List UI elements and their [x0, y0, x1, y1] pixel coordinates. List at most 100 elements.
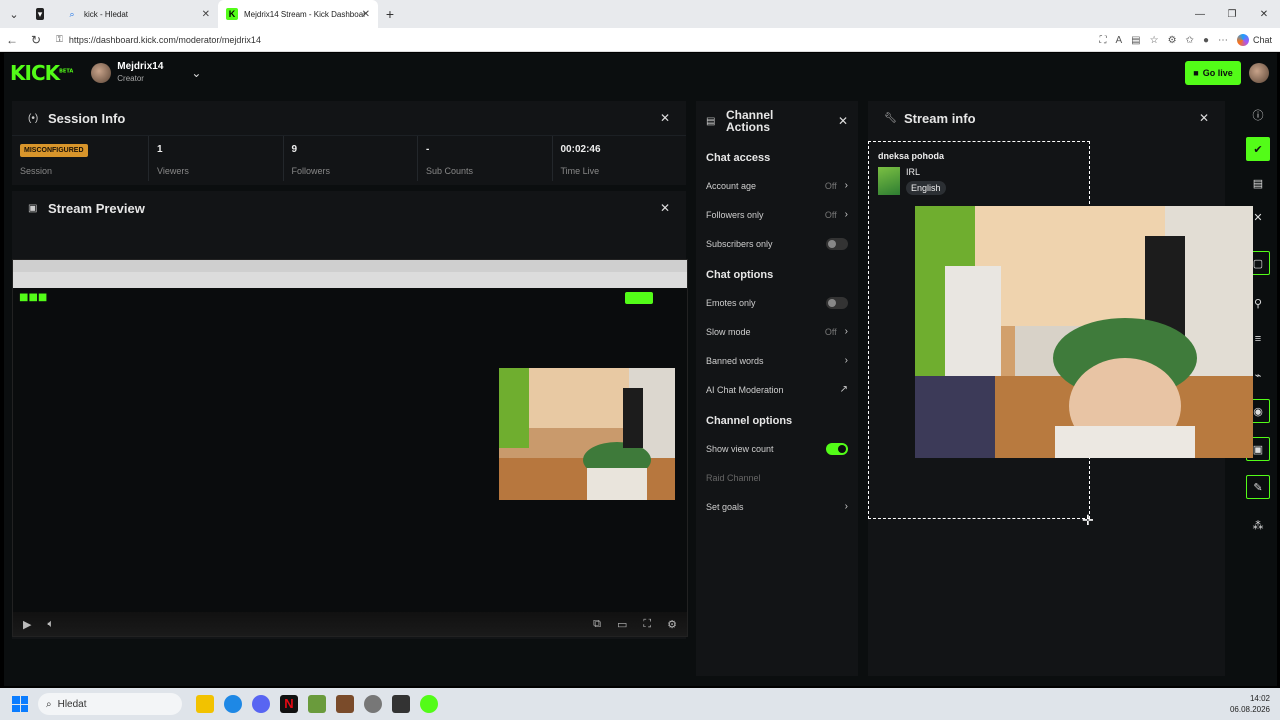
- copilot-button[interactable]: Chat: [1236, 34, 1272, 46]
- close-icon[interactable]: ✕: [202, 9, 210, 20]
- settings-icon[interactable]: ⚙: [667, 618, 677, 631]
- status-badge: MISCONFIGURED: [20, 144, 88, 157]
- webcam-overlay[interactable]: [915, 206, 1253, 458]
- channel-actions-panel: ▤ Channel Actions ✕ Chat access Account a…: [696, 101, 858, 676]
- account-age-row[interactable]: Account age Off ›: [696, 171, 858, 200]
- netflix-icon[interactable]: N: [280, 695, 298, 713]
- copilot-label: Chat: [1252, 35, 1272, 45]
- more-icon[interactable]: ⋯: [1218, 35, 1228, 46]
- external-link-icon: ↗: [839, 384, 848, 395]
- subscribers-only-row: Subscribers only: [696, 229, 858, 258]
- user-block[interactable]: Mejdrix14 Creator: [117, 61, 163, 85]
- row-label: Account age: [706, 180, 757, 191]
- minecraft-icon[interactable]: [308, 695, 326, 713]
- check-icon[interactable]: ✔: [1246, 137, 1270, 161]
- info-icon[interactable]: ⓘ: [1246, 103, 1270, 127]
- theater-icon[interactable]: ▭: [617, 618, 627, 631]
- row-label: Raid Channel: [706, 472, 761, 483]
- row-label: Emotes only: [706, 297, 756, 308]
- window-close-button[interactable]: ✕: [1248, 0, 1280, 28]
- address-bar: ← ↻ ⚿ https://dashboard.kick.com/moderat…: [0, 28, 1280, 52]
- stream-title: dneksa pohoda: [878, 151, 945, 161]
- kick-logo[interactable]: KICKBETA: [10, 61, 73, 85]
- preview-icon: ▣: [28, 202, 38, 214]
- banned-words-row[interactable]: Banned words ›: [696, 346, 858, 375]
- reader-icon[interactable]: ▤: [1131, 35, 1140, 46]
- go-live-label: Go live: [1202, 68, 1233, 78]
- tab-pinned[interactable]: ▾: [28, 0, 58, 28]
- mouse-app-icon[interactable]: [364, 695, 382, 713]
- translate-icon[interactable]: A: [1115, 35, 1122, 46]
- tab-dashboard[interactable]: K Mejdrix14 Stream - Kick Dashboar ✕: [218, 0, 378, 28]
- minimize-button[interactable]: —: [1184, 0, 1216, 28]
- chevron-right-icon: ›: [844, 326, 848, 337]
- apps-icon[interactable]: ⁂: [1246, 513, 1270, 537]
- volume-icon[interactable]: 🔈︎: [47, 618, 54, 631]
- taskbar-search[interactable]: ⌕ Hledat: [38, 693, 182, 715]
- slow-mode-row[interactable]: Slow mode Off ›: [696, 317, 858, 346]
- close-icon[interactable]: ✕: [838, 114, 848, 128]
- play-icon[interactable]: ▶: [23, 618, 31, 631]
- kick-app-icon[interactable]: [420, 695, 438, 713]
- taskbar: ⌕ Hledat N 14:02 06.08.2026: [0, 688, 1280, 720]
- back-button[interactable]: ←: [0, 33, 24, 47]
- stat-value: -: [426, 144, 430, 155]
- kick-icon: ■: [1193, 68, 1199, 78]
- search-icon: ⌕: [46, 698, 52, 710]
- discord-icon[interactable]: [252, 695, 270, 713]
- avatar[interactable]: [1249, 63, 1269, 83]
- pip-icon[interactable]: ⧉: [593, 618, 601, 631]
- go-live-button[interactable]: ■ Go live: [1185, 61, 1241, 85]
- wrench-icon[interactable]: ✎: [1246, 475, 1270, 499]
- new-tab-button[interactable]: +: [378, 6, 402, 22]
- close-icon[interactable]: ✕: [660, 111, 670, 125]
- clock-time: 14:02: [1249, 694, 1270, 703]
- show-view-count-toggle[interactable]: [826, 442, 848, 455]
- file-explorer-icon[interactable]: [196, 695, 214, 713]
- close-icon[interactable]: ✕: [1199, 111, 1209, 125]
- fullscreen-icon[interactable]: ⛶: [643, 618, 651, 631]
- tab-actions-menu[interactable]: ⌄: [0, 0, 28, 28]
- browser-tabbar: ⌄ ▾ ⌕ kick - Hledat ✕ K Mejdrix14 Stream…: [0, 0, 1280, 28]
- tab-search[interactable]: ⌕ kick - Hledat ✕: [58, 0, 218, 28]
- forza-icon[interactable]: [392, 695, 410, 713]
- panel-title: Channel Actions: [726, 108, 774, 134]
- session-info-panel: (•) Session Info ✕ MISCONFIGURED Session…: [12, 101, 686, 185]
- profile-avatar[interactable]: ●: [1203, 35, 1209, 46]
- subscribers-only-toggle[interactable]: [826, 237, 848, 250]
- chevron-down-icon[interactable]: ⌄: [191, 66, 201, 80]
- row-value: Off: [824, 180, 837, 191]
- preview-screen: ■■■: [13, 288, 687, 618]
- wrench-icon: 🔧︎: [884, 112, 897, 124]
- logo-badge: BETA: [59, 68, 74, 75]
- edge-icon[interactable]: [224, 695, 242, 713]
- reload-button[interactable]: ↻: [24, 33, 48, 47]
- url-text: https://dashboard.kick.com/moderator/mej…: [68, 34, 261, 45]
- avatar[interactable]: [91, 63, 112, 83]
- row-value: Off: [824, 326, 837, 337]
- clock[interactable]: 14:02 06.08.2026: [1230, 693, 1270, 715]
- extensions-icon[interactable]: ⚙: [1168, 35, 1177, 46]
- tab-label: kick - Hledat: [84, 9, 129, 19]
- close-icon[interactable]: ✕: [362, 9, 370, 20]
- row-label: Followers only: [706, 209, 764, 220]
- set-goals-row[interactable]: Set goals ›: [696, 492, 858, 521]
- followers-only-row[interactable]: Followers only Off ›: [696, 200, 858, 229]
- screenshot-icon[interactable]: ⛶: [1099, 35, 1106, 46]
- url-field[interactable]: ⚿ https://dashboard.kick.com/moderator/m…: [56, 30, 1026, 49]
- ai-moderation-row[interactable]: AI Chat Moderation ↗: [696, 375, 858, 404]
- start-button[interactable]: [12, 696, 28, 712]
- shirt-icon: ▾: [36, 8, 44, 20]
- favorite-icon[interactable]: ☆: [1150, 35, 1159, 46]
- stat-time-live: 00:02:46 Time Live: [551, 136, 687, 181]
- layout-icon[interactable]: ▤: [1246, 171, 1270, 195]
- close-icon[interactable]: ✕: [660, 201, 670, 215]
- broadcast-icon: (•): [28, 112, 39, 124]
- chevron-right-icon: ›: [844, 501, 848, 512]
- emotes-only-toggle[interactable]: [826, 296, 848, 309]
- restore-button[interactable]: ❐: [1216, 0, 1248, 28]
- minecraft-launcher-icon[interactable]: [336, 695, 354, 713]
- favorites-icon[interactable]: ✩: [1186, 35, 1194, 46]
- video-player[interactable]: ■■■ ▶ 🔈︎ ⧉ ▭ ⛶ ⚙: [12, 259, 688, 637]
- kick-favicon-icon: K: [226, 8, 238, 20]
